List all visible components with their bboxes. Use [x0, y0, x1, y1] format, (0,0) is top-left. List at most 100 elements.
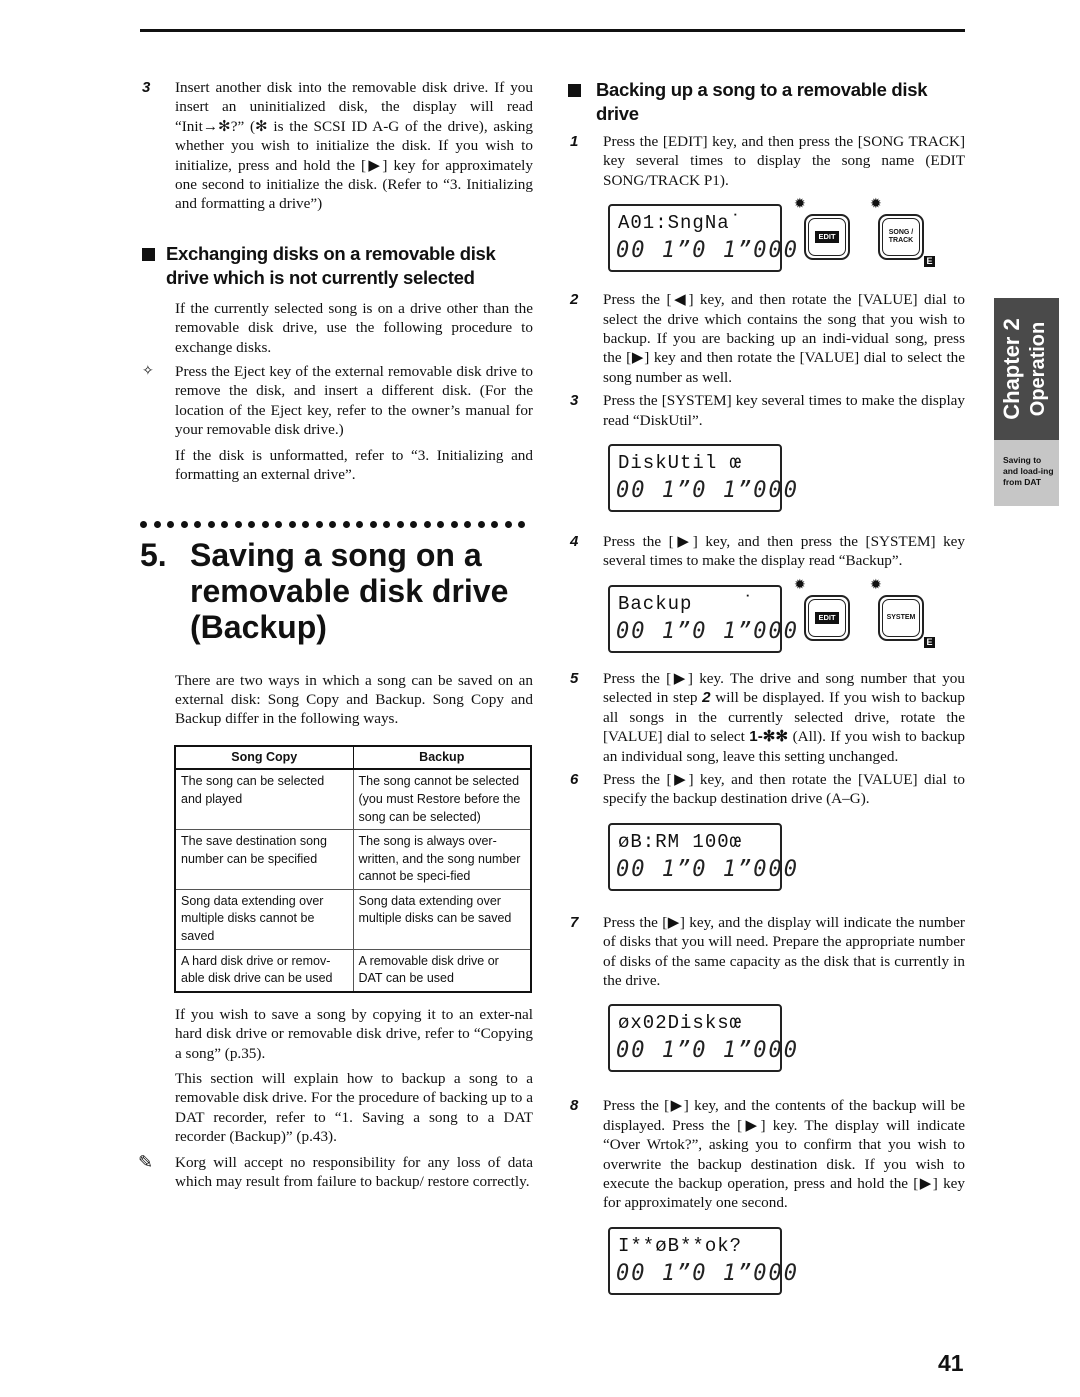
step-number: 3: [142, 79, 151, 96]
section-title-text: Saving a song on a removable disk drive …: [190, 536, 509, 645]
table-cell: The song is always over-written, and the…: [352, 829, 532, 890]
separator-dot: [356, 520, 363, 528]
separator-dot: [464, 520, 471, 528]
table-row: Song data extending over multiple disks …: [174, 888, 532, 950]
copy-reference: If you wish to save a song by copying it…: [175, 1005, 533, 1062]
right-step-1: 1 Press the [EDIT] key, and then press t…: [568, 132, 965, 190]
step-number: 5: [570, 669, 579, 687]
table-cell: Song data extending over multiple disks …: [174, 888, 354, 950]
table-header: Backup: [352, 745, 532, 771]
song-track-key[interactable]: SONG / TRACK: [878, 214, 924, 261]
separator-dot: [180, 520, 188, 528]
lcd-line-1: øx02Disksœ: [618, 1012, 743, 1035]
step-text: Press the [▶] key, and the contents of t…: [603, 1097, 965, 1212]
led-lit-icon: ✹: [870, 577, 882, 593]
chapter-label: Chapter 2: [999, 318, 1024, 420]
table-row: A hard disk drive or remov-able disk dri…: [174, 948, 532, 993]
display-row-2: DiskUtil œ 00 1”0 1”000: [608, 444, 965, 524]
subsection-side-tab: Saving to and load-ing from DAT: [994, 440, 1059, 506]
table-cell: Song data extending over multiple disks …: [352, 888, 532, 950]
lcd-line-2: 00 1”0 1”000: [616, 1038, 799, 1064]
pencil-warning-icon: ✎: [138, 1151, 154, 1172]
separator-dot: [423, 520, 431, 528]
display-row-6: I**øB**ok? 00 1”0 1”000: [608, 1226, 965, 1307]
display-row-3: Backup ˙ 00 1”0 1”000 ✹ EDIT ✹ SYSTEM E: [608, 578, 965, 665]
step-text: Press the [▶] key, and the display will …: [603, 913, 965, 989]
led-lit-icon: ✹: [870, 197, 882, 213]
system-key-label: SYSTEM: [882, 598, 920, 637]
right-step-6: 6 Press the [▶] key, and then rotate the…: [568, 770, 965, 809]
lcd-line-1: Backup ˙: [618, 592, 755, 615]
separator-dot: [221, 520, 228, 528]
step-text: Press the [◀] key, and then rotate the […: [603, 291, 965, 386]
left-column: 3 Insert another disk into the removable…: [138, 78, 533, 1192]
display-row-4: øB:RM 100œ 00 1”0 1”000: [608, 822, 965, 903]
exchange-heading-text: Exchanging disks on a removable disk dri…: [166, 242, 496, 288]
display-row-1: A01:SngNa˙ 00 1”0 1”000 ✹ EDIT ✹ SONG / …: [608, 198, 965, 284]
table-header-row: Song Copy Backup: [174, 745, 532, 771]
diamond-bullet-icon: ✧: [142, 364, 154, 380]
separator-dot: [234, 520, 242, 528]
separator-dot: [194, 520, 201, 528]
led-lit-icon: ✹: [794, 577, 806, 593]
table-cell: The song can be selected and played: [174, 768, 354, 831]
square-bullet-icon: [142, 247, 155, 261]
right-step-5: 5 Press the [▶] key. The drive and song …: [568, 669, 965, 766]
separator-dot: [437, 520, 444, 528]
system-key[interactable]: SYSTEM: [878, 594, 924, 641]
right-step-8: 8 Press the [▶] key, and the contents of…: [568, 1096, 965, 1212]
edit-key[interactable]: EDIT: [804, 594, 850, 641]
table-row: The song can be selected and played The …: [174, 768, 532, 831]
separator-dot: [396, 520, 404, 528]
separator-dot: [504, 520, 512, 528]
lcd-line-2: 00 1”0 1”000: [616, 856, 799, 882]
top-rule: [140, 29, 965, 32]
right-column: Backing up a song to a removable disk dr…: [568, 78, 965, 1307]
lcd-display: Backup ˙ 00 1”0 1”000: [608, 584, 797, 653]
led-lit-icon: ✹: [794, 197, 806, 213]
lcd-line-1: øB:RM 100œ: [618, 830, 743, 853]
warning-text: Korg will accept no responsibility for a…: [175, 1153, 533, 1191]
left-step-3: 3 Insert another disk into the removable…: [140, 78, 533, 214]
table-header: Song Copy: [174, 745, 354, 771]
step-text: Press the [SYSTEM] key several times to …: [603, 392, 965, 429]
lcd-display: øB:RM 100œ 00 1”0 1”000: [608, 822, 797, 891]
step-text: Press the [EDIT] key, and then press the…: [603, 133, 965, 189]
separator-dot: [329, 520, 336, 528]
right-step-2: 2 Press the [◀] key, and then rotate the…: [568, 290, 965, 387]
step-text: Press the [▶] key, and then press the [S…: [603, 533, 965, 570]
chapter-section-label: Operation: [1027, 321, 1049, 417]
all-songs-value: 1-✻✻: [749, 728, 789, 746]
e-badge: E: [924, 636, 935, 648]
exchange-heading: Exchanging disks on a removable disk dri…: [140, 242, 533, 290]
separator-dot: [342, 520, 350, 528]
page-number: 41: [938, 1350, 964, 1376]
separator-dot: [275, 520, 282, 528]
step-text: Press the [▶] key, and then rotate the […: [603, 770, 965, 808]
chapter-tab-text: Chapter 2 Operation: [994, 298, 1059, 440]
comparison-table: Song Copy Backup The song can be selecte…: [174, 744, 532, 993]
right-step-3: 3 Press the [SYSTEM] key several times t…: [568, 391, 965, 430]
separator-dot: [207, 520, 215, 528]
separator-dot: [248, 520, 255, 528]
separator-dot: [369, 520, 377, 528]
separator-dot: [288, 520, 296, 528]
step-number: 1: [570, 133, 579, 150]
step-number: 8: [570, 1097, 579, 1115]
separator-dot: [383, 520, 390, 528]
edit-key-label: EDIT: [815, 231, 839, 244]
square-bullet-icon: [568, 84, 581, 97]
step-number: 6: [570, 770, 579, 788]
exchange-intro: If the currently selected song is on a d…: [175, 299, 533, 356]
separator-dot: [477, 520, 485, 528]
separator-dot: [261, 520, 269, 528]
display-row-5: øx02Disksœ 00 1”0 1”000: [608, 1004, 965, 1084]
separator-dot: [410, 520, 417, 528]
section-intro: There are two ways in which a song can b…: [175, 671, 533, 728]
separator-dot: [153, 520, 161, 528]
lcd-line-2: 00 1”0 1”000: [616, 618, 799, 644]
edit-key[interactable]: EDIT: [804, 214, 850, 261]
step-number: 2: [570, 291, 579, 309]
step-number: 7: [570, 913, 579, 931]
section-title: 5. Saving a song on a removable disk dri…: [140, 537, 533, 645]
